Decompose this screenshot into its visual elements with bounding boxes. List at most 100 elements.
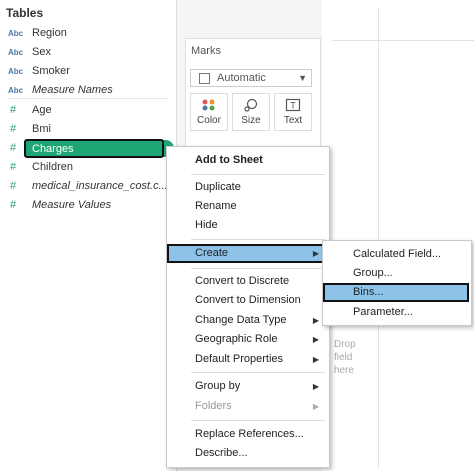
marks-card: Marks Automatic ▼ Color Size T Text xyxy=(185,38,321,160)
field-label: Sex xyxy=(32,46,51,58)
field-bmi[interactable]: # Bmi xyxy=(0,121,170,140)
color-dots-icon xyxy=(191,98,227,115)
menu-item-rename[interactable]: Rename xyxy=(167,197,329,216)
number-type-icon: # xyxy=(10,180,17,192)
size-label: Size xyxy=(241,115,261,126)
menu-item-convert-to-dimension[interactable]: Convert to Dimension xyxy=(167,291,329,310)
menu-item-create[interactable]: Create ▶ xyxy=(167,244,329,263)
submenu-item-label: Group... xyxy=(353,267,393,279)
menu-item-default-properties[interactable]: Default Properties ▶ xyxy=(167,350,329,369)
submenu-arrow-icon: ▶ xyxy=(312,402,319,411)
menu-item-label: Convert to Discrete xyxy=(195,275,290,287)
menu-item-label: Folders xyxy=(195,400,232,412)
field-label: Children xyxy=(32,161,73,173)
number-type-icon: # xyxy=(10,161,17,173)
menu-item-change-data-type[interactable]: Change Data Type ▶ xyxy=(167,311,329,330)
menu-item-folders: Folders ▶ xyxy=(167,397,329,416)
view-area[interactable]: Drop field here xyxy=(322,0,474,471)
automatic-mark-icon xyxy=(199,73,210,84)
menu-item-label: Convert to Dimension xyxy=(195,294,301,306)
mark-type-value: Automatic xyxy=(217,72,266,84)
menu-separator xyxy=(191,372,325,373)
menu-separator xyxy=(191,239,325,240)
field-label: Region xyxy=(32,27,67,39)
size-button[interactable]: Size xyxy=(232,93,270,131)
string-type-icon: Abc xyxy=(8,48,24,57)
field-sex[interactable]: Abc Sex xyxy=(0,44,170,63)
menu-item-label: Default Properties xyxy=(195,353,284,365)
menu-item-add-to-sheet[interactable]: Add to Sheet xyxy=(167,151,329,170)
menu-item-convert-to-discrete[interactable]: Convert to Discrete xyxy=(167,272,329,291)
menu-item-label: Group by xyxy=(195,380,241,392)
submenu-item-parameter[interactable]: Parameter... xyxy=(323,303,471,322)
menu-item-label: Geographic Role xyxy=(195,333,278,345)
menu-separator xyxy=(191,420,325,421)
submenu-arrow-icon: ▶ xyxy=(312,249,319,258)
number-type-icon: # xyxy=(10,123,17,135)
create-submenu: Calculated Field... Group... Bins... Par… xyxy=(322,240,472,326)
number-type-icon: # xyxy=(10,104,17,116)
menu-item-label: Describe... xyxy=(195,447,248,459)
submenu-item-label: Calculated Field... xyxy=(353,248,442,260)
text-icon: T xyxy=(275,98,311,115)
chevron-down-icon: ▼ xyxy=(298,73,307,83)
menu-item-duplicate[interactable]: Duplicate xyxy=(167,178,329,197)
menu-item-describe[interactable]: Describe... xyxy=(167,444,329,463)
field-children[interactable]: # Children xyxy=(0,159,170,178)
menu-separator xyxy=(191,268,325,269)
text-button[interactable]: T Text xyxy=(274,93,312,131)
menu-item-hide[interactable]: Hide xyxy=(167,216,329,235)
size-icon xyxy=(233,98,269,115)
color-button[interactable]: Color xyxy=(190,93,228,131)
menu-item-label: Rename xyxy=(195,200,237,212)
mark-type-dropdown[interactable]: Automatic ▼ xyxy=(190,69,312,87)
string-type-icon: Abc xyxy=(8,86,24,95)
menu-item-replace-references[interactable]: Replace References... xyxy=(167,425,329,444)
field-label: Measure Names xyxy=(32,84,113,96)
field-label: Smoker xyxy=(32,65,70,77)
drop-field-zone[interactable]: Drop field here xyxy=(334,338,374,377)
submenu-item-label: Parameter... xyxy=(353,306,413,318)
tables-heading: Tables xyxy=(6,6,44,20)
submenu-arrow-icon: ▶ xyxy=(312,335,319,344)
string-type-icon: Abc xyxy=(8,29,24,38)
view-divider-vertical xyxy=(378,8,379,468)
submenu-arrow-icon: ▶ xyxy=(312,382,319,391)
dimension-measure-divider xyxy=(8,98,168,99)
marks-title: Marks xyxy=(191,45,221,57)
field-record-count[interactable]: # medical_insurance_cost.c... xyxy=(0,178,170,197)
text-label: Text xyxy=(283,115,303,126)
submenu-arrow-icon: ▶ xyxy=(312,355,319,364)
menu-item-label: Change Data Type xyxy=(195,314,287,326)
color-label: Color xyxy=(197,115,221,126)
field-smoker[interactable]: Abc Smoker xyxy=(0,63,170,82)
field-label: Age xyxy=(32,104,52,116)
field-label: Charges xyxy=(32,143,74,155)
submenu-arrow-icon: ▶ xyxy=(312,316,319,325)
menu-item-group-by[interactable]: Group by ▶ xyxy=(167,377,329,396)
submenu-item-calculated-field[interactable]: Calculated Field... xyxy=(323,245,471,264)
menu-item-label: Create xyxy=(195,247,229,259)
field-label: Bmi xyxy=(32,123,51,135)
field-region[interactable]: Abc Region xyxy=(0,25,170,44)
field-label: medical_insurance_cost.c... xyxy=(32,180,168,192)
menu-item-geographic-role[interactable]: Geographic Role ▶ xyxy=(167,330,329,349)
menu-separator xyxy=(191,174,325,175)
field-charges-selected[interactable]: Charges xyxy=(24,139,164,158)
field-label: Measure Values xyxy=(32,199,112,211)
submenu-item-bins[interactable]: Bins... xyxy=(323,283,469,302)
field-measure-values[interactable]: # Measure Values xyxy=(0,197,170,216)
menu-item-label: Replace References... xyxy=(195,428,304,440)
context-menu: Add to Sheet Duplicate Rename Hide Creat… xyxy=(166,146,330,468)
menu-item-label: Add to Sheet xyxy=(195,154,263,166)
string-type-icon: Abc xyxy=(8,67,24,76)
number-type-icon: # xyxy=(10,199,17,211)
svg-text:T: T xyxy=(290,101,296,111)
data-pane: Tables Abc Region Abc Sex Abc Smoker Abc… xyxy=(0,0,176,471)
field-age[interactable]: # Age xyxy=(0,102,170,121)
menu-item-label: Duplicate xyxy=(195,181,241,193)
view-divider-horizontal xyxy=(332,40,474,41)
submenu-item-label: Bins... xyxy=(353,286,384,298)
menu-item-label: Hide xyxy=(195,219,218,231)
submenu-item-group[interactable]: Group... xyxy=(323,264,471,283)
